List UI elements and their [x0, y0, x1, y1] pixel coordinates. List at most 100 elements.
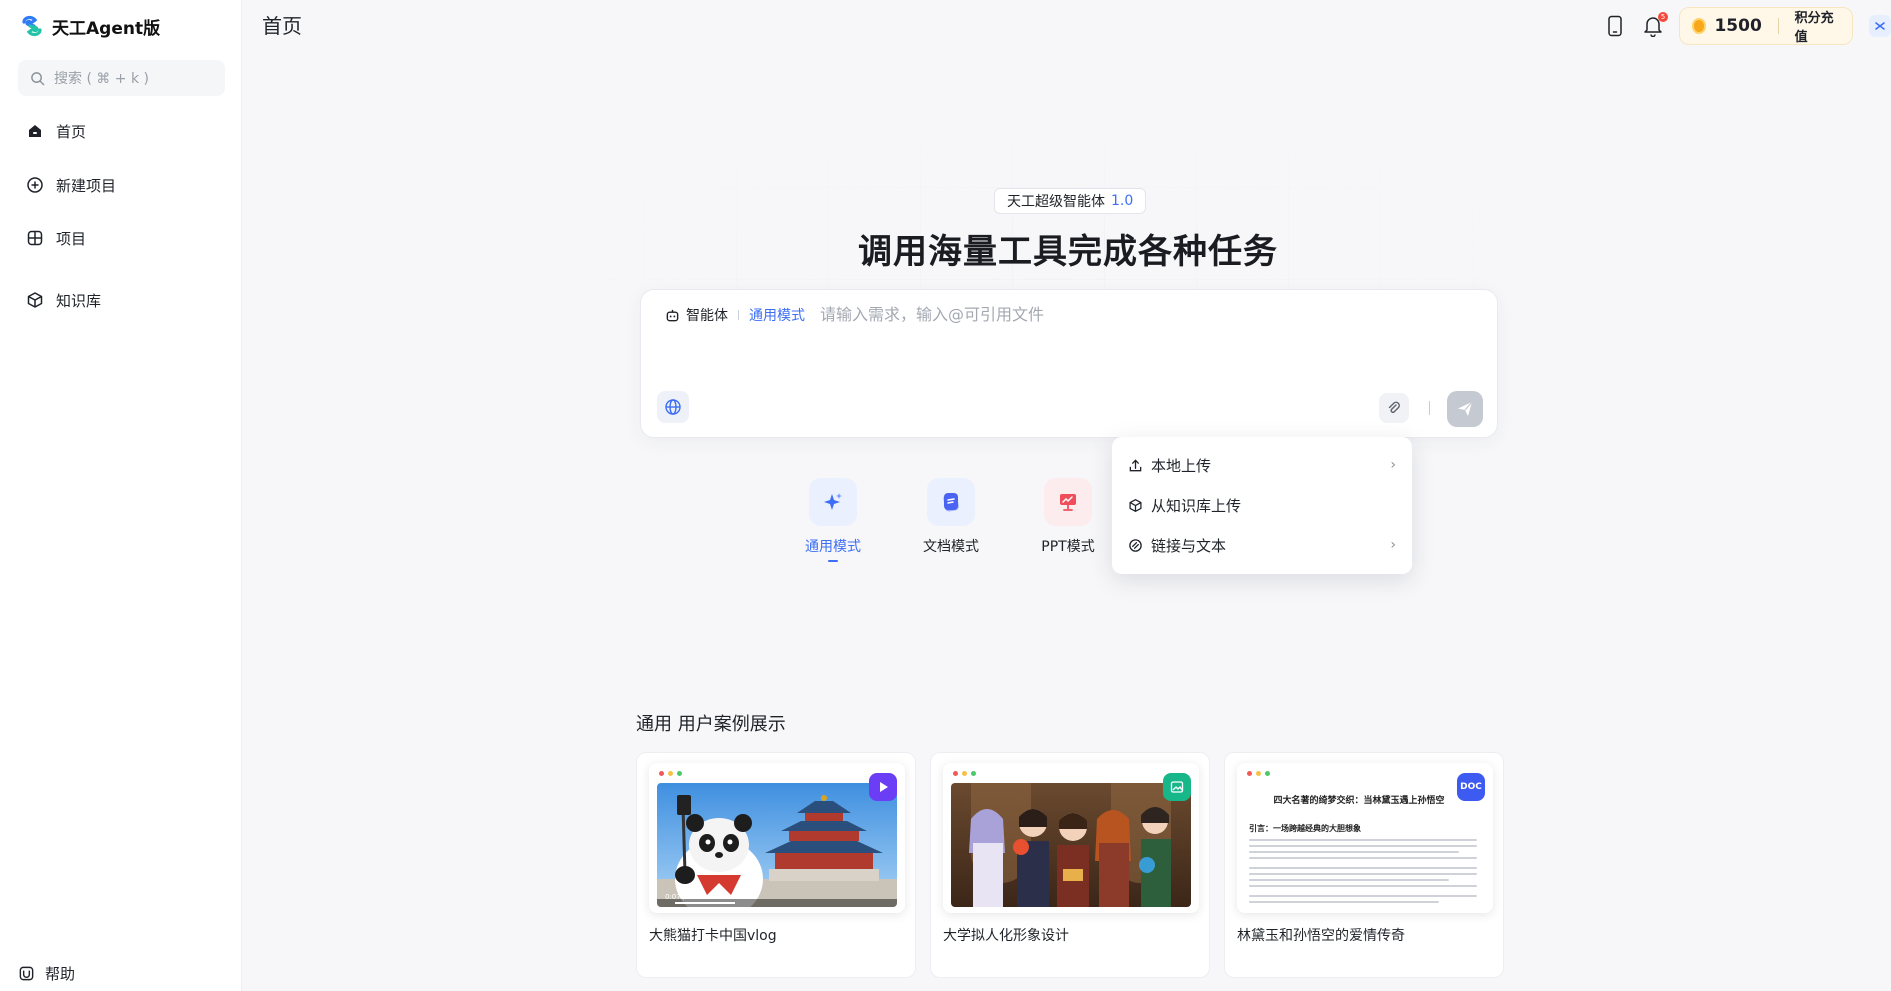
sidebar-item-home[interactable]: 首页: [26, 118, 86, 144]
coin-icon: [1692, 18, 1707, 34]
mode-label: PPT模式: [1041, 539, 1095, 555]
case-card-panda-vlog[interactable]: 0:07 / 0:35 大熊猫打卡中国vlog: [636, 752, 916, 978]
case-preview: 四大名著的绮梦交织：当林黛玉遇上孙悟空 引言：一场跨越经典的大胆想象 DOC: [1237, 763, 1493, 913]
document-icon: [943, 493, 959, 512]
help-label: 帮助: [45, 965, 76, 983]
sidebar-item-label: 知识库: [56, 291, 102, 310]
credits-panel[interactable]: 1500 积分充值: [1679, 7, 1853, 45]
mode-icon-container: [1044, 478, 1092, 526]
credits-value: 1500: [1714, 16, 1762, 36]
case-preview: [943, 763, 1199, 913]
window-dots: [953, 771, 976, 776]
anime-characters-illustration: [951, 783, 1191, 907]
video-thumbnail: 0:07 / 0:35: [657, 783, 897, 907]
mode-document[interactable]: 文档模式: [911, 478, 991, 556]
agent-label: 智能体: [686, 308, 728, 324]
active-mode-indicator: [828, 560, 838, 562]
cube-icon: [1129, 498, 1142, 512]
collapse-panel-button[interactable]: [1869, 15, 1891, 37]
prompt-composer[interactable]: 智能体 通用模式 请输入需求，输入@可引用文件: [640, 289, 1498, 438]
logo-icon: [22, 15, 42, 37]
prompt-input[interactable]: 请输入需求，输入@可引用文件: [820, 303, 1044, 327]
sidebar-item-new-project[interactable]: 新建项目: [26, 172, 116, 198]
globe-icon: [665, 399, 681, 415]
sidebar-item-label: 项目: [56, 229, 87, 248]
page-title: 首页: [262, 14, 302, 38]
menu-item-knowledge-upload[interactable]: 从知识库上传: [1128, 490, 1396, 520]
window-dots: [1247, 771, 1270, 776]
cube-icon: [27, 292, 43, 308]
link-icon: [1129, 538, 1142, 552]
doc-preview-subtitle: 引言：一场跨越经典的大胆想象: [1249, 824, 1361, 833]
case-card-romance-doc[interactable]: 四大名著的绮梦交织：当林黛玉遇上孙悟空 引言：一场跨越经典的大胆想象 DOC 林…: [1224, 752, 1504, 978]
chip-divider: [738, 310, 739, 320]
recharge-button[interactable]: 积分充值: [1795, 7, 1840, 45]
chevron-right-icon: ›: [1390, 457, 1396, 473]
sidebar-item-projects[interactable]: 项目: [26, 225, 86, 251]
mode-label: 文档模式: [923, 539, 979, 555]
mode-general[interactable]: 通用模式: [793, 478, 873, 562]
doc-preview-title: 四大名著的绮梦交织：当林黛玉遇上孙悟空: [1273, 796, 1445, 806]
notification-count-badge: 5: [1658, 12, 1668, 22]
presentation-icon: [1060, 494, 1076, 511]
phone-icon: [1608, 15, 1622, 37]
notification-button[interactable]: 5: [1641, 12, 1668, 38]
play-icon: [880, 782, 888, 792]
showcase-title: 通用 用户案例展示: [636, 714, 786, 735]
doc-badge: DOC: [1457, 773, 1485, 801]
upload-menu: 本地上传 › 从知识库上传 链接与文本 ›: [1112, 437, 1412, 574]
plus-circle-icon: [27, 177, 43, 193]
send-icon: [1458, 401, 1473, 416]
search-placeholder: 搜索 ( ⌘ + k ): [54, 71, 150, 87]
video-badge: [869, 773, 897, 801]
doc-text-line: [1249, 867, 1477, 869]
web-search-toggle[interactable]: [657, 391, 689, 423]
attach-file-button[interactable]: [1379, 393, 1409, 423]
credits-divider: [1777, 18, 1779, 34]
doc-text-line: [1249, 857, 1477, 859]
send-button[interactable]: [1447, 391, 1483, 427]
video-timestamp: 0:07 / 0:35: [665, 893, 704, 901]
help-link[interactable]: 帮助: [18, 963, 75, 984]
menu-item-local-upload[interactable]: 本地上传 ›: [1128, 450, 1396, 480]
doc-text-line: [1249, 873, 1477, 875]
case-preview: 0:07 / 0:35: [649, 763, 905, 913]
grid-icon: [27, 230, 43, 246]
menu-item-label: 从知识库上传: [1151, 496, 1242, 515]
doc-text-line: [1249, 845, 1477, 847]
help-icon: [19, 966, 34, 981]
image-icon: [1170, 781, 1184, 793]
menu-item-link-text[interactable]: 链接与文本 ›: [1128, 530, 1396, 560]
agent-mode-chip[interactable]: 智能体 通用模式: [665, 303, 805, 327]
sidebar-item-label: 首页: [56, 122, 87, 141]
case-card-university-design[interactable]: 大学拟人化形象设计: [930, 752, 1210, 978]
expand-icon: [1875, 22, 1885, 30]
mode-ppt[interactable]: PPT模式: [1028, 478, 1108, 556]
mode-icon-container: [809, 478, 857, 526]
upload-icon: [1129, 458, 1142, 471]
mobile-app-button[interactable]: [1603, 14, 1627, 38]
search-input[interactable]: 搜索 ( ⌘ + k ): [18, 60, 225, 96]
doc-text-line: [1249, 839, 1477, 841]
mode-icon-container: [927, 478, 975, 526]
menu-item-label: 链接与文本: [1151, 536, 1227, 555]
version-number: 1.0: [1111, 193, 1134, 209]
case-title: 林黛玉和孙悟空的爱情传奇: [1237, 928, 1405, 944]
search-icon: [31, 71, 45, 85]
sidebar-item-knowledge-base[interactable]: 知识库: [26, 287, 101, 313]
doc-text-line: [1249, 879, 1449, 881]
robot-icon: [666, 309, 679, 321]
topbar-actions: 5 1500 积分充值: [1603, 6, 1891, 46]
window-dots: [659, 771, 682, 776]
doc-text-line: [1249, 851, 1459, 853]
image-badge: [1163, 773, 1191, 801]
app-logo[interactable]: 天工Agent版: [20, 12, 160, 40]
doc-text-line: [1249, 901, 1439, 903]
case-title: 大熊猫打卡中国vlog: [649, 928, 777, 944]
doc-text-line: [1249, 885, 1477, 887]
hero-title: 调用海量工具完成各种任务: [858, 232, 1278, 272]
sparkle-icon: [824, 493, 842, 510]
home-icon: [29, 125, 41, 137]
current-mode-label: 通用模式: [749, 308, 805, 324]
composer-divider: [1429, 401, 1430, 415]
